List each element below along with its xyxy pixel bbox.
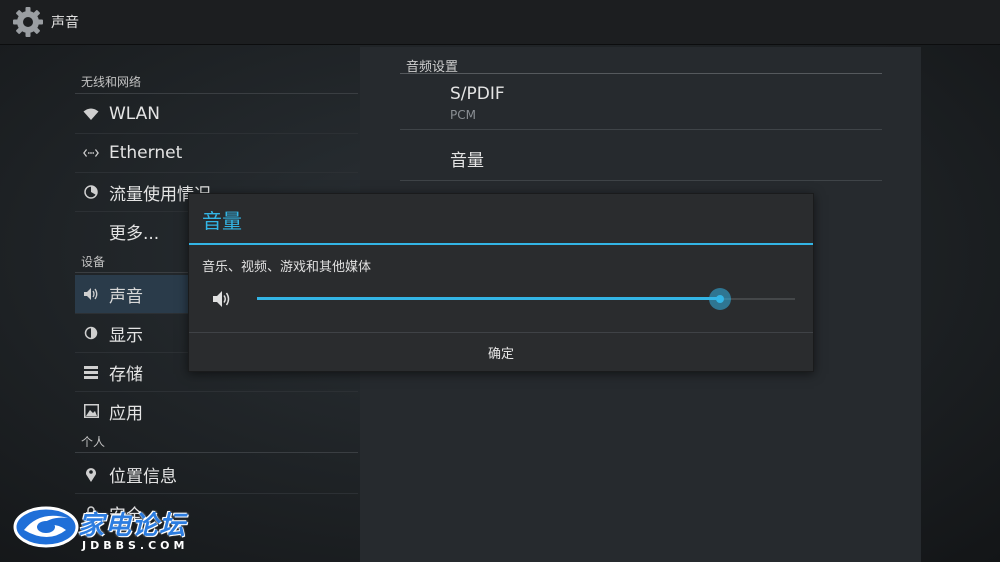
pref-item-spdif-title: S/PDIF [450,84,505,104]
volume-slider-fill [257,297,720,300]
page-title: 声音 [51,15,79,31]
list-item-label: 显示 [109,325,143,346]
list-item-apps[interactable]: 应用 [75,392,358,430]
section-header-personal: 个人 [81,435,106,449]
section-divider [75,452,358,453]
data-usage-icon [83,184,99,200]
section-header-device: 设备 [81,255,106,269]
apps-icon [83,403,99,419]
list-item-label: 声音 [109,286,143,307]
list-item-label: 位置信息 [109,466,177,487]
dialog-title-divider [189,243,813,245]
list-item-wlan[interactable]: WLAN [75,95,358,134]
list-item-ethernet[interactable]: Ethernet [75,134,358,173]
media-volume-label: 音乐、视频、游戏和其他媒体 [202,260,372,275]
list-item-location[interactable]: 位置信息 [75,455,358,494]
list-item-label: 更多... [109,223,160,244]
list-item-label: 存储 [109,364,143,385]
dialog-title: 音量 [202,209,242,233]
speaker-icon [213,291,230,307]
pref-item-volume-title: 音量 [450,151,484,171]
list-item-label: 应用 [109,403,143,424]
volume-slider-thumb[interactable] [708,288,731,310]
volume-dialog: 音量 音乐、视频、游戏和其他媒体 确定 [188,193,814,372]
settings-gear-icon[interactable] [11,5,45,39]
item-divider [400,180,882,181]
watermark-subtext: JDBBS.COM [82,539,189,552]
action-bar: 声音 [0,0,1000,45]
section-divider [75,93,358,94]
speaker-icon [83,286,99,302]
wifi-icon [83,106,99,122]
brightness-icon [83,325,99,341]
watermark-text: 家电论坛 [78,511,187,541]
list-item-label: Ethernet [109,143,183,163]
location-icon [83,466,99,482]
storage-icon [83,364,99,380]
list-item-label: WLAN [109,104,161,124]
pref-item-spdif-summary: PCM [450,108,476,122]
ethernet-icon [83,145,99,161]
ok-button[interactable]: 确定 [189,333,813,371]
section-header-wireless: 无线和网络 [81,75,142,89]
